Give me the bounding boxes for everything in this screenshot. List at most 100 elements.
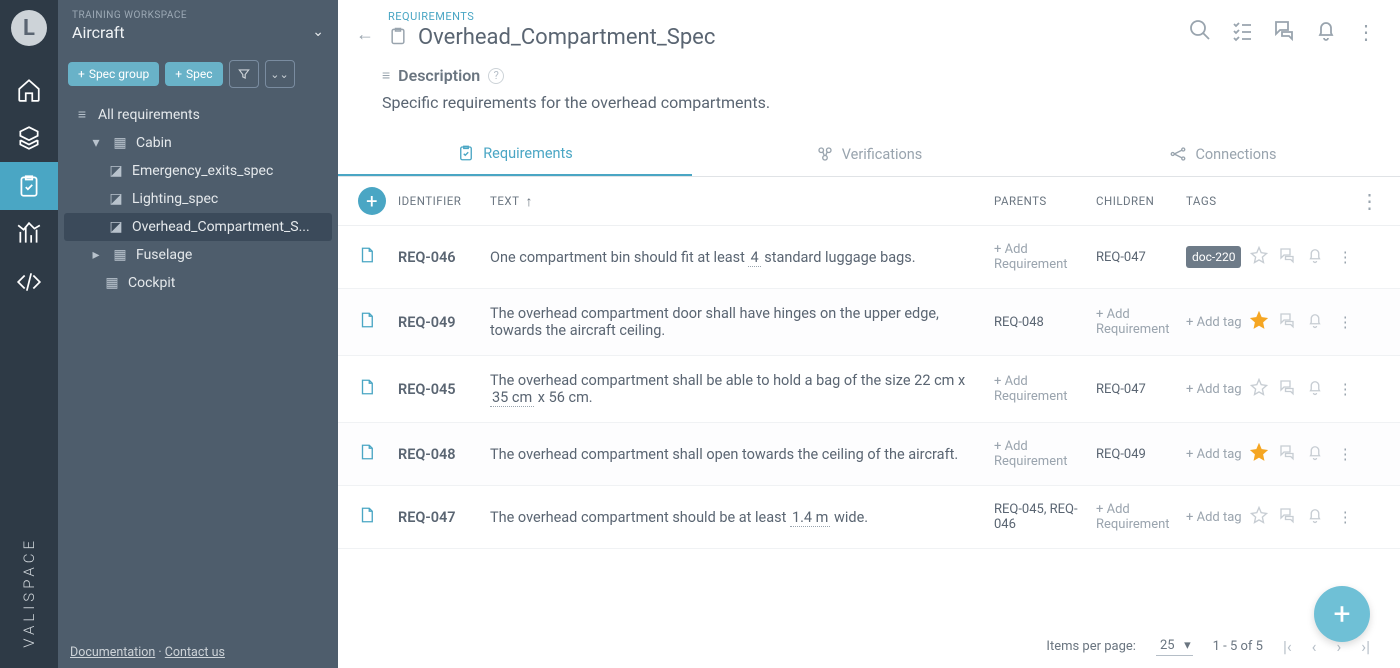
- tree-spec-overhead[interactable]: ◪ Overhead_Compartment_S...: [64, 213, 332, 241]
- workspace-switcher[interactable]: TRAINING WORKSPACE Aircraft ⌄: [58, 0, 338, 56]
- items-per-page-select[interactable]: 25: [1156, 636, 1193, 656]
- bell-icon[interactable]: [1306, 443, 1324, 465]
- requirement-id[interactable]: REQ-046: [398, 249, 490, 266]
- page-last-button[interactable]: ›|: [1361, 637, 1370, 656]
- add-spec-button[interactable]: +Spec: [165, 62, 222, 86]
- tab-verifications[interactable]: Verifications: [692, 132, 1046, 176]
- requirement-id[interactable]: REQ-049: [398, 314, 490, 331]
- parent-link[interactable]: REQ-045, REQ-046: [994, 502, 1096, 532]
- contact-link[interactable]: Contact us: [165, 645, 225, 660]
- table-row[interactable]: REQ-049The overhead compartment door sha…: [338, 289, 1400, 356]
- inline-value[interactable]: 1.4 m: [790, 509, 830, 527]
- col-children[interactable]: CHILDREN: [1096, 194, 1186, 208]
- requirement-id[interactable]: REQ-047: [398, 509, 490, 526]
- parent-link[interactable]: REQ-048: [994, 315, 1096, 330]
- workspace-name: Aircraft: [72, 23, 324, 42]
- comments-icon[interactable]: [1272, 18, 1296, 46]
- inline-value[interactable]: 35 cm: [490, 389, 534, 407]
- add-child-link[interactable]: + Add Requirement: [1096, 502, 1186, 532]
- tree-spec-emergency[interactable]: ◪ Emergency_exits_spec: [64, 157, 332, 185]
- nav-scripting-icon[interactable]: [0, 258, 58, 306]
- comment-icon[interactable]: [1278, 311, 1296, 333]
- requirement-id[interactable]: REQ-048: [398, 446, 490, 463]
- checklist-icon[interactable]: [1230, 18, 1254, 46]
- tree-folder-cabin[interactable]: ▾ ▦ Cabin: [64, 129, 332, 157]
- row-more-menu[interactable]: ⋮: [1334, 249, 1357, 266]
- bell-icon[interactable]: [1306, 246, 1324, 268]
- table-row[interactable]: REQ-048The overhead compartment shall op…: [338, 423, 1400, 486]
- add-tag-link[interactable]: + Add tag: [1186, 447, 1250, 462]
- description-text[interactable]: Specific requirements for the overhead c…: [382, 93, 1372, 112]
- bell-icon[interactable]: [1306, 311, 1324, 333]
- add-tag-link[interactable]: + Add tag: [1186, 315, 1250, 330]
- row-more-menu[interactable]: ⋮: [1334, 509, 1357, 526]
- tree-folder-fuselage[interactable]: ▸ ▦ Fuselage: [64, 241, 332, 269]
- comment-icon[interactable]: [1278, 443, 1296, 465]
- tag-chip[interactable]: doc-220: [1186, 246, 1241, 268]
- fab-add-button[interactable]: +: [1314, 586, 1370, 642]
- table-row[interactable]: REQ-047The overhead compartment should b…: [338, 486, 1400, 549]
- help-icon[interactable]: ?: [488, 68, 504, 84]
- child-link[interactable]: REQ-047: [1096, 250, 1186, 265]
- star-icon[interactable]: [1250, 506, 1268, 528]
- row-more-menu[interactable]: ⋮: [1334, 446, 1357, 463]
- tab-requirements[interactable]: Requirements: [338, 132, 692, 176]
- add-child-link[interactable]: + Add Requirement: [1096, 307, 1186, 337]
- page-first-button[interactable]: |‹: [1283, 637, 1292, 656]
- add-row-button[interactable]: +: [358, 187, 386, 215]
- documentation-link[interactable]: Documentation: [70, 645, 155, 660]
- inline-value[interactable]: 4: [748, 249, 760, 267]
- nav-analysis-icon[interactable]: [0, 210, 58, 258]
- expand-button[interactable]: ⌄⌄: [265, 60, 295, 88]
- star-icon[interactable]: [1250, 246, 1268, 268]
- workspace-logo[interactable]: L: [11, 10, 47, 46]
- tree-all-requirements[interactable]: ≡ All requirements: [64, 100, 332, 129]
- bell-icon[interactable]: [1306, 378, 1324, 400]
- comment-icon[interactable]: [1278, 246, 1296, 268]
- add-spec-group-button[interactable]: +Spec group: [68, 62, 159, 86]
- add-parent-link[interactable]: + Add Requirement: [994, 439, 1096, 469]
- requirement-text[interactable]: The overhead compartment door shall have…: [490, 305, 994, 339]
- col-tags[interactable]: TAGS: [1186, 194, 1250, 208]
- header-more-menu[interactable]: ⋮: [1356, 20, 1376, 44]
- tab-connections[interactable]: Connections: [1046, 132, 1400, 176]
- star-icon[interactable]: [1250, 378, 1268, 400]
- tree-folder-cockpit[interactable]: ▦ Cockpit: [64, 269, 332, 297]
- child-link[interactable]: REQ-049: [1096, 447, 1186, 462]
- breadcrumb[interactable]: REQUIREMENTS: [388, 10, 1174, 23]
- tree-spec-lighting[interactable]: ◪ Lighting_spec: [64, 185, 332, 213]
- add-tag-link[interactable]: + Add tag: [1186, 510, 1250, 525]
- add-tag-link[interactable]: + Add tag: [1186, 382, 1250, 397]
- requirement-text[interactable]: The overhead compartment shall be able t…: [490, 372, 994, 406]
- caret-right-icon: ▸: [88, 247, 104, 263]
- add-parent-link[interactable]: + Add Requirement: [994, 242, 1096, 272]
- bell-icon[interactable]: [1306, 506, 1324, 528]
- comment-icon[interactable]: [1278, 506, 1296, 528]
- requirement-text[interactable]: The overhead compartment should be at le…: [490, 509, 994, 526]
- star-icon[interactable]: [1250, 311, 1268, 333]
- requirement-text[interactable]: One compartment bin should fit at least …: [490, 249, 994, 266]
- spec-icon: ◪: [108, 219, 124, 235]
- child-link[interactable]: REQ-047: [1096, 382, 1186, 397]
- back-button[interactable]: ←: [356, 10, 374, 45]
- col-parents[interactable]: PARENTS: [994, 194, 1096, 208]
- table-row[interactable]: REQ-046One compartment bin should fit at…: [338, 226, 1400, 289]
- search-icon[interactable]: [1188, 18, 1212, 46]
- star-icon[interactable]: [1250, 443, 1268, 465]
- nav-components-icon[interactable]: [0, 114, 58, 162]
- row-more-menu[interactable]: ⋮: [1334, 381, 1357, 398]
- nav-home-icon[interactable]: [0, 66, 58, 114]
- table-row[interactable]: REQ-045The overhead compartment shall be…: [338, 356, 1400, 423]
- page-prev-button[interactable]: ‹: [1312, 637, 1317, 656]
- col-identifier[interactable]: IDENTIFIER: [398, 194, 490, 208]
- nav-requirements-icon[interactable]: [0, 162, 58, 210]
- filter-button[interactable]: [229, 60, 259, 88]
- requirement-text[interactable]: The overhead compartment shall open towa…: [490, 446, 994, 463]
- col-text[interactable]: TEXT↑: [490, 193, 994, 210]
- requirement-id[interactable]: REQ-045: [398, 381, 490, 398]
- row-more-menu[interactable]: ⋮: [1334, 314, 1357, 331]
- add-parent-link[interactable]: + Add Requirement: [994, 374, 1096, 404]
- table-header-menu[interactable]: ⋮: [1360, 189, 1381, 213]
- comment-icon[interactable]: [1278, 378, 1296, 400]
- bell-icon[interactable]: [1314, 18, 1338, 46]
